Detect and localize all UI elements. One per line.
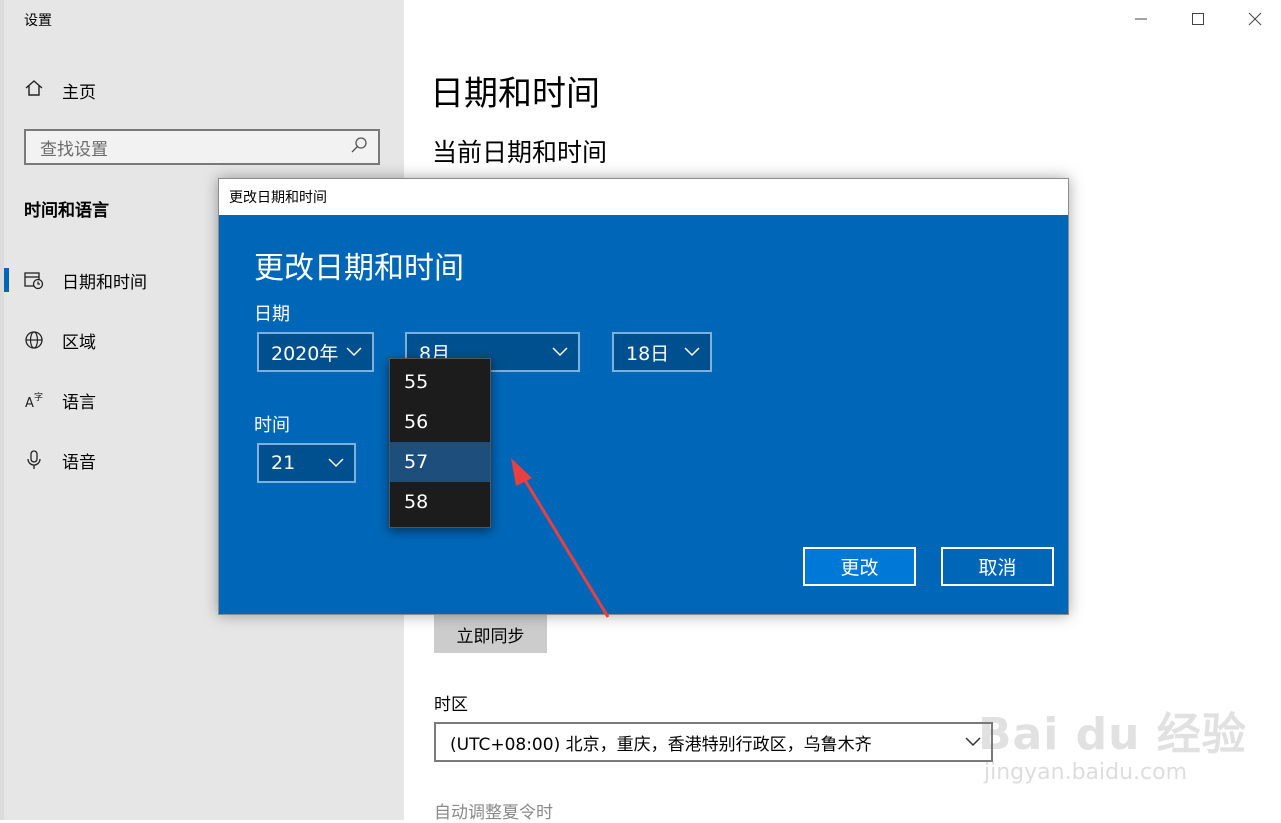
maximize-button[interactable]	[1183, 6, 1213, 32]
svg-text:A: A	[25, 396, 34, 410]
search-placeholder: 查找设置	[40, 139, 108, 160]
chevron-down-icon	[552, 347, 568, 357]
maximize-icon	[1192, 13, 1204, 25]
sync-now-button[interactable]: 立即同步	[434, 615, 547, 653]
svg-text:字: 字	[34, 391, 43, 403]
timezone-label: 时区	[434, 695, 468, 715]
day-value: 18日	[626, 342, 670, 365]
year-value: 2020年	[271, 342, 339, 365]
search-icon[interactable]	[350, 136, 368, 159]
minute-option[interactable]: 56	[390, 402, 490, 442]
chevron-down-icon	[328, 458, 344, 468]
search-input[interactable]: 查找设置	[24, 129, 380, 165]
minimize-button[interactable]	[1126, 6, 1156, 32]
change-date-time-dialog: 更改日期和时间 更改日期和时间 日期 2020年 8月 18日 时间 21 55…	[218, 178, 1069, 615]
hour-select[interactable]: 21	[257, 443, 356, 483]
microphone-icon	[24, 450, 44, 470]
hour-value: 21	[271, 452, 296, 474]
section-title: 时间和语言	[24, 201, 109, 221]
year-select[interactable]: 2020年	[257, 332, 374, 372]
chevron-down-icon	[684, 347, 700, 357]
home-icon	[24, 78, 44, 103]
time-label: 时间	[254, 415, 290, 436]
minute-option-selected[interactable]: 57	[390, 442, 490, 482]
dst-label: 自动调整夏令时	[434, 803, 553, 823]
minute-option[interactable]: 58	[390, 482, 490, 522]
minute-picker-dropdown[interactable]: 55 56 57 58	[389, 358, 491, 528]
page-title: 日期和时间	[430, 74, 600, 114]
section-heading-current: 当前日期和时间	[432, 138, 608, 167]
dialog-titlebar: 更改日期和时间	[219, 179, 1068, 215]
home-link[interactable]: 主页	[24, 78, 96, 103]
watermark-url: jingyan.baidu.com	[984, 760, 1188, 785]
timezone-select[interactable]: (UTC+08:00) 北京，重庆，香港特别行政区，乌鲁木齐	[434, 722, 993, 762]
close-button[interactable]	[1240, 6, 1270, 32]
home-label: 主页	[62, 83, 96, 103]
sidebar-item-label: 区域	[62, 332, 96, 353]
minimize-icon	[1135, 18, 1147, 20]
watermark-logo: Bai du 经验	[978, 709, 1247, 760]
date-label: 日期	[254, 304, 290, 325]
cancel-button[interactable]: 取消	[941, 547, 1054, 586]
language-icon: A字	[24, 390, 44, 410]
chevron-down-icon	[346, 347, 362, 357]
close-icon	[1248, 12, 1262, 26]
timezone-value: (UTC+08:00) 北京，重庆，香港特别行政区，乌鲁木齐	[450, 734, 872, 755]
globe-icon	[24, 330, 44, 350]
sidebar-item-label: 语言	[62, 392, 96, 413]
app-title: 设置	[24, 13, 52, 29]
sidebar-item-label: 日期和时间	[62, 272, 147, 293]
change-button[interactable]: 更改	[803, 547, 916, 586]
dialog-window-title: 更改日期和时间	[229, 190, 327, 206]
sidebar-item-label: 语音	[62, 452, 96, 473]
dialog-heading: 更改日期和时间	[254, 251, 464, 286]
calendar-clock-icon	[24, 270, 44, 290]
day-select[interactable]: 18日	[612, 332, 712, 372]
minute-option[interactable]: 55	[390, 362, 490, 402]
